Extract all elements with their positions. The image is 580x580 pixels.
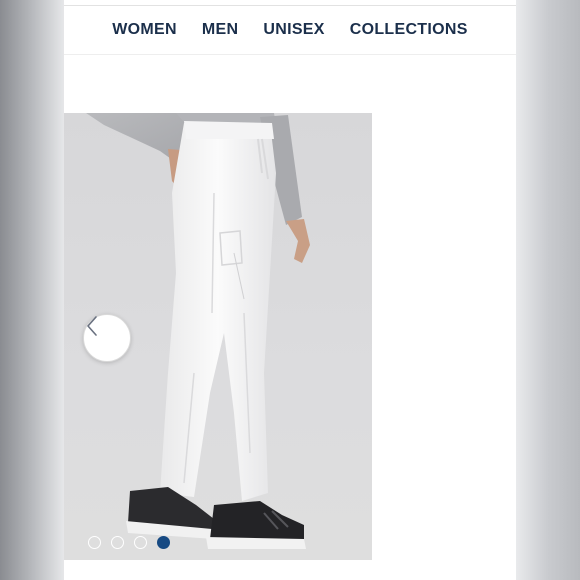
product-image-carousel[interactable]: [64, 113, 372, 560]
carousel-dot-3[interactable]: [134, 536, 147, 549]
nav-women[interactable]: WOMEN: [112, 21, 177, 39]
product-page: WOMEN MEN UNISEX COLLECTIONS: [64, 0, 516, 580]
main-nav: WOMEN MEN UNISEX COLLECTIONS: [64, 6, 516, 55]
carousel-indicators: [88, 536, 170, 549]
carousel-dot-4[interactable]: [157, 536, 170, 549]
previous-image-button[interactable]: [83, 314, 131, 362]
nav-unisex[interactable]: UNISEX: [263, 21, 324, 39]
carousel-dot-2[interactable]: [111, 536, 124, 549]
carousel-dot-1[interactable]: [88, 536, 101, 549]
nav-collections[interactable]: COLLECTIONS: [350, 21, 468, 39]
chevron-left-icon: [87, 316, 97, 336]
nav-men[interactable]: MEN: [202, 21, 238, 39]
